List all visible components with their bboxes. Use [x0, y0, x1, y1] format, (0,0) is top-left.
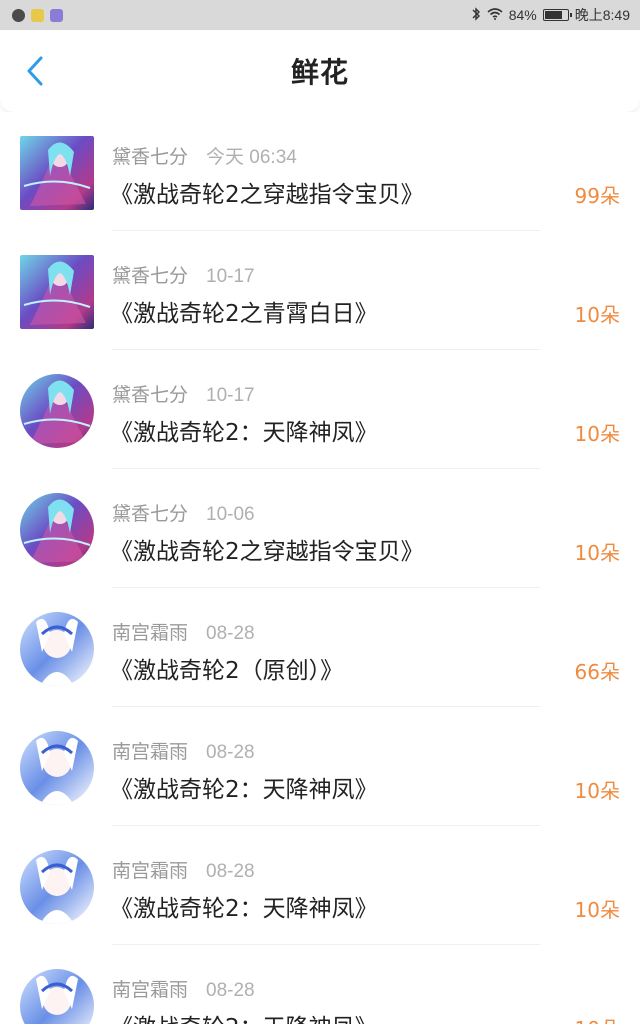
user-name[interactable]: 南宫霜雨	[112, 975, 188, 1002]
timestamp: 10-17	[206, 266, 255, 287]
header: 鲜花	[0, 30, 640, 112]
list-item[interactable]: 黛香七分 10-17 《激战奇轮2：天降神凤》 10朵	[0, 350, 640, 469]
list-item[interactable]: 南宫霜雨 08-28 《激战奇轮2：天降神凤》 10朵	[0, 707, 640, 826]
avatar[interactable]	[20, 612, 94, 686]
back-arrow-icon	[25, 55, 45, 91]
flower-count: 10朵	[574, 303, 620, 327]
status-bar: 84% 晚上8:49	[0, 0, 640, 30]
wechat-icon	[12, 8, 25, 22]
app-notification-icon	[50, 8, 63, 22]
item-meta: 黛香七分 10-17	[112, 261, 255, 288]
user-name[interactable]: 黛香七分	[112, 380, 188, 407]
item-meta: 南宫霜雨 08-28	[112, 737, 255, 764]
item-meta: 南宫霜雨 08-28	[112, 618, 255, 645]
list-item[interactable]: 南宫霜雨 08-28 《激战奇轮2（原创）》 66朵	[0, 588, 640, 707]
work-title[interactable]: 《激战奇轮2之穿越指令宝贝》	[110, 175, 424, 209]
work-title[interactable]: 《激战奇轮2：天降神凤》	[110, 413, 378, 447]
item-meta: 黛香七分 今天 06:34	[112, 142, 297, 169]
flower-count: 10朵	[574, 779, 620, 803]
list-item[interactable]: 南宫霜雨 08-28 《激战奇轮2：天降神凤》 10朵	[0, 826, 640, 945]
user-name[interactable]: 黛香七分	[112, 499, 188, 526]
timestamp: 10-06	[206, 504, 255, 525]
work-title[interactable]: 《激战奇轮2之穿越指令宝贝》	[110, 532, 424, 566]
flower-count: 66朵	[574, 660, 620, 684]
timestamp: 08-28	[206, 861, 255, 882]
avatar[interactable]	[20, 969, 94, 1024]
avatar[interactable]	[20, 374, 94, 448]
back-button[interactable]	[18, 56, 52, 90]
timestamp: 今天 06:34	[206, 147, 297, 168]
user-name[interactable]: 南宫霜雨	[112, 618, 188, 645]
timestamp: 08-28	[206, 980, 255, 1001]
status-right: 84% 晚上8:49	[471, 5, 630, 25]
list-item[interactable]: 黛香七分 10-17 《激战奇轮2之青霄白日》 10朵	[0, 231, 640, 350]
user-name[interactable]: 黛香七分	[112, 142, 188, 169]
clock: 晚上8:49	[574, 7, 630, 23]
list-item[interactable]: 黛香七分 10-06 《激战奇轮2之穿越指令宝贝》 10朵	[0, 469, 640, 588]
item-meta: 南宫霜雨 08-28	[112, 856, 255, 883]
work-title[interactable]: 《激战奇轮2：天降神凤》	[110, 1008, 378, 1024]
page-title: 鲜花	[290, 56, 349, 89]
work-title[interactable]: 《激战奇轮2：天降神凤》	[110, 770, 378, 804]
avatar[interactable]	[20, 493, 94, 567]
flower-count: 10朵	[574, 541, 620, 565]
item-meta: 南宫霜雨 08-28	[112, 975, 255, 1002]
item-meta: 黛香七分 10-06	[112, 499, 255, 526]
battery-level	[544, 11, 563, 19]
user-name[interactable]: 南宫霜雨	[112, 856, 188, 883]
timestamp: 08-28	[206, 623, 255, 644]
bluetooth-icon	[471, 6, 481, 24]
avatar[interactable]	[20, 731, 94, 805]
user-name[interactable]: 南宫霜雨	[112, 737, 188, 764]
avatar[interactable]	[20, 850, 94, 924]
work-title[interactable]: 《激战奇轮2之青霄白日》	[110, 294, 378, 328]
list-item[interactable]: 南宫霜雨 08-28 《激战奇轮2：天降神凤》 10朵	[0, 945, 640, 1024]
battery-icon	[542, 9, 572, 21]
item-meta: 黛香七分 10-17	[112, 380, 255, 407]
flower-count: 99朵	[574, 184, 620, 208]
list-item[interactable]: 黛香七分 今天 06:34 《激战奇轮2之穿越指令宝贝》 99朵	[0, 112, 640, 231]
work-title[interactable]: 《激战奇轮2：天降神凤》	[110, 889, 378, 923]
timestamp: 08-28	[206, 742, 255, 763]
status-left	[12, 8, 63, 22]
timestamp: 10-17	[206, 385, 255, 406]
avatar[interactable]	[20, 136, 94, 210]
battery-percent: 84%	[508, 7, 537, 23]
wifi-icon	[487, 7, 503, 23]
avatar[interactable]	[20, 255, 94, 329]
work-title[interactable]: 《激战奇轮2（原创）》	[110, 651, 343, 685]
flower-count: 10朵	[575, 1013, 620, 1024]
app-notification-icon	[31, 8, 44, 22]
flower-list[interactable]: 黛香七分 今天 06:34 《激战奇轮2之穿越指令宝贝》 99朵 黛香七分 10-17 《激…	[0, 112, 640, 1024]
user-name[interactable]: 黛香七分	[112, 261, 188, 288]
flower-count: 10朵	[574, 898, 620, 922]
flower-count: 10朵	[574, 422, 620, 446]
